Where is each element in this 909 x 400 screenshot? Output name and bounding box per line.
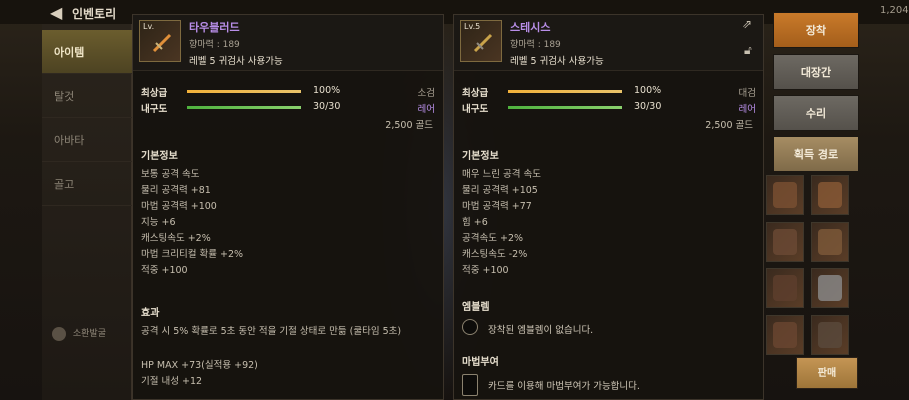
blacksmith-button[interactable]: 대장간	[773, 54, 859, 90]
inventory-slot[interactable]	[811, 222, 849, 262]
quality-value: 100%	[313, 85, 341, 96]
item-icon: Lv.5	[460, 20, 502, 62]
item-name: 타우블러드	[189, 21, 240, 34]
durability-bar-fill	[508, 106, 622, 109]
stat-line: 마법 공격력 +77	[462, 201, 532, 212]
lock-icon[interactable]: 🔓︎	[744, 43, 752, 58]
inventory-slot[interactable]	[766, 315, 804, 355]
item-attack-line: 향마력 : 189	[510, 40, 561, 50]
stat-line: 캐스팅속도 -2%	[462, 249, 528, 260]
item-header: Lv. 타우블러드 향마력 : 189 레벨 5 귀검사 사용가능	[133, 15, 443, 71]
quality-label: 최상급	[141, 88, 168, 99]
durability-row: 내구도 30/30 레어	[141, 101, 437, 115]
item-header: Lv.5 스테시스 향마력 : 189 레벨 5 귀검사 사용가능 ⇗ 🔓︎	[454, 15, 763, 71]
quality-bar-fill	[187, 90, 301, 93]
emblem-text: 장착된 엠블렘이 없습니다.	[488, 325, 594, 336]
durability-bar	[187, 106, 301, 109]
basic-info-title: 기본정보	[141, 151, 178, 162]
stat-line: 마법 공격력 +100	[141, 201, 217, 212]
durability-value: 30/30	[634, 101, 662, 112]
basic-info-title: 기본정보	[462, 151, 499, 162]
inventory-slot[interactable]	[811, 315, 849, 355]
stat-line: 공격속도 +2%	[462, 233, 524, 244]
repair-button[interactable]: 수리	[773, 95, 859, 131]
quality-label: 최상급	[462, 88, 489, 99]
page-title: 인벤토리	[72, 7, 117, 21]
item-requirement: 레벨 5 귀검사 사용가능	[189, 56, 283, 67]
durability-row: 내구도 30/30 레어	[462, 101, 758, 115]
sword-icon	[473, 33, 493, 53]
inventory-slot[interactable]	[811, 268, 849, 308]
effect-title: 효과	[141, 308, 160, 319]
stat-line: 보통 공격 속도	[141, 169, 200, 180]
stat-line: 적중 +100	[462, 265, 509, 276]
quality-value: 100%	[634, 85, 662, 96]
stat-line: 지능 +6	[141, 217, 176, 228]
item-grade: 레어	[738, 104, 756, 115]
inventory-sidebar: 아이템 탈것 아바타 골고 소환발굴	[42, 24, 132, 400]
durability-bar	[508, 106, 622, 109]
item-tooltip-right: Lv.5 스테시스 향마력 : 189 레벨 5 귀검사 사용가능 ⇗ 🔓︎ 최…	[453, 14, 764, 400]
emblem-slot-icon[interactable]	[462, 319, 478, 335]
quality-bar	[187, 90, 301, 93]
quality-row: 최상급 100% 대검	[462, 85, 758, 99]
stat-line: 힘 +6	[462, 217, 488, 228]
durability-value: 30/30	[313, 101, 341, 112]
item-grade: 레어	[417, 104, 435, 115]
inventory-slot[interactable]	[766, 175, 804, 215]
durability-bar-fill	[187, 106, 301, 109]
item-tooltip-left: Lv. 타우블러드 향마력 : 189 레벨 5 귀검사 사용가능 최상급 10…	[132, 14, 444, 400]
sword-icon	[152, 33, 172, 53]
card-slot-icon[interactable]	[462, 374, 478, 396]
sidebar-item-items[interactable]: 아이템	[42, 30, 132, 74]
inventory-slot[interactable]	[811, 175, 849, 215]
item-name: 스테시스	[510, 21, 551, 34]
inventory-slot[interactable]	[766, 222, 804, 262]
emblem-title: 엠블렘	[462, 302, 490, 313]
item-price: 2,500 골드	[385, 120, 433, 131]
item-level: Lv.	[143, 22, 155, 31]
item-icon: Lv.	[139, 20, 181, 62]
item-requirement: 레벨 5 귀검사 사용가능	[510, 56, 604, 67]
sidebar-bottom-link[interactable]: 소환발굴	[52, 326, 106, 341]
durability-label: 내구도	[462, 104, 489, 115]
sidebar-item-mounts[interactable]: 탈것	[42, 74, 132, 118]
stat-line: 매우 느린 공격 속도	[462, 169, 541, 180]
item-price: 2,500 골드	[705, 120, 753, 131]
share-icon[interactable]: ⇗	[742, 17, 752, 31]
stat-line: 물리 공격력 +81	[141, 185, 211, 196]
back-arrow-icon[interactable]: ◀	[50, 3, 62, 22]
extra-stat: 기절 내성 +12	[141, 376, 203, 387]
equip-button[interactable]: 장착	[773, 12, 859, 48]
item-attack-line: 향마력 : 189	[189, 40, 240, 50]
quality-bar-fill	[508, 90, 622, 93]
effect-text: 공격 시 5% 확률로 5초 동안 적을 기절 상태로 만듦 (쿨타임 5초)	[141, 326, 402, 337]
sidebar-bottom-label: 소환발굴	[72, 329, 106, 339]
quality-row: 최상급 100% 소검	[141, 85, 437, 99]
quality-bar	[508, 90, 622, 93]
stat-line: 물리 공격력 +105	[462, 185, 538, 196]
item-type: 대검	[738, 88, 756, 99]
item-level: Lv.5	[464, 22, 481, 31]
stat-line: 적중 +100	[141, 265, 188, 276]
item-type: 소검	[417, 88, 435, 99]
sidebar-item-misc[interactable]: 골고	[42, 162, 132, 206]
durability-label: 내구도	[141, 104, 168, 115]
stat-line: 마법 크리티컬 확률 +2%	[141, 249, 244, 260]
sell-button[interactable]: 판매	[796, 357, 858, 389]
acquire-route-button[interactable]: 획득 경로	[773, 136, 859, 172]
summon-icon	[52, 326, 66, 341]
sidebar-item-avatar[interactable]: 아바타	[42, 118, 132, 162]
currency-value: 1,204,957	[880, 5, 909, 16]
enchant-title: 마법부여	[462, 357, 499, 368]
extra-stat: HP MAX +73(실적용 +92)	[141, 360, 258, 371]
enchant-text: 카드를 이용해 마법부여가 가능합니다.	[488, 381, 640, 392]
stat-line: 캐스팅속도 +2%	[141, 233, 211, 244]
inventory-slot[interactable]	[766, 268, 804, 308]
